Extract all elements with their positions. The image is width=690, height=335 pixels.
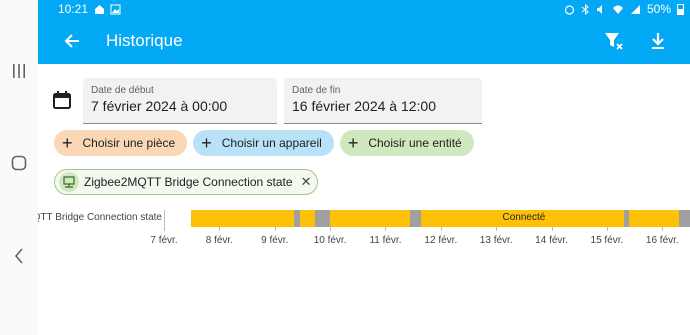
timeline-segment-on[interactable] xyxy=(330,210,411,227)
choose-area-label: Choisir une pièce xyxy=(82,136,176,150)
back-button[interactable] xyxy=(58,27,86,55)
selected-entity-label: Zigbee2MQTT Bridge Connection state xyxy=(84,175,293,189)
timeline-segment-off[interactable] xyxy=(678,210,690,227)
home-icon[interactable] xyxy=(0,155,38,171)
timeline-segment-on[interactable] xyxy=(629,210,679,227)
end-date-label: Date de fin xyxy=(292,85,341,96)
download-icon xyxy=(652,33,664,49)
timeline-bar[interactable] xyxy=(189,210,690,227)
timeline-tick-mark xyxy=(496,227,498,231)
timeline-tick-label: 11 févr. xyxy=(369,235,402,246)
download-button[interactable] xyxy=(646,29,670,53)
wifi-icon xyxy=(612,5,623,14)
battery-level: 50% xyxy=(646,2,671,16)
app-bar: 10:21 50% Historique xyxy=(38,0,690,64)
timeline-tick-mark xyxy=(606,227,608,231)
date-range-picker: Date de début 7 février 2024 à 00:00 Dat… xyxy=(38,78,690,124)
arrow-back-icon xyxy=(64,34,79,48)
timeline-segment-off[interactable] xyxy=(314,210,331,227)
image-icon xyxy=(110,4,121,14)
status-notification-icons xyxy=(94,4,121,15)
timeline-tick-label: 16 févr. xyxy=(645,235,679,246)
end-date-value: 16 février 2024 à 12:00 xyxy=(292,98,436,114)
recent-apps-icon[interactable] xyxy=(0,64,38,78)
back-nav-icon[interactable] xyxy=(0,248,38,264)
timeline-tick-mark xyxy=(164,227,165,231)
calendar-icon[interactable] xyxy=(52,90,72,110)
close-icon[interactable]: ✕ xyxy=(301,174,312,190)
choose-area-chip[interactable]: + Choisir une pièce xyxy=(54,130,188,156)
timeline-tick-label: 12 févr. xyxy=(424,235,458,246)
timeline-tick-label: 14 févr. xyxy=(535,235,568,246)
toolbar-actions xyxy=(602,29,670,53)
target-picker-chips: + Choisir une pièce + Choisir un apparei… xyxy=(54,130,474,156)
timeline-tick-label: 7 févr. xyxy=(150,235,178,246)
plus-icon: + xyxy=(201,133,212,153)
screen: 10:21 50% Historique Date de début 7 fév… xyxy=(0,0,690,335)
timeline-tick-label: 13 févr. xyxy=(479,235,513,246)
timeline-segment-on[interactable] xyxy=(299,210,315,227)
home-assistant-icon xyxy=(95,4,105,14)
alarm-icon xyxy=(564,4,575,15)
timeline-tick-label: 10 févr. xyxy=(313,235,347,246)
timeline-tick-mark xyxy=(274,227,276,231)
history-timeline: Zigbee2MQTT Bridge Connection state Conn… xyxy=(38,204,690,254)
timeline-tick-mark xyxy=(385,227,387,231)
bluetooth-icon xyxy=(581,3,589,15)
clear-filter-button[interactable] xyxy=(602,29,626,53)
choose-entity-label: Choisir une entité xyxy=(368,136,462,150)
timeline-axis-line xyxy=(164,210,165,227)
timeline-tick-mark xyxy=(440,227,442,231)
battery-icon xyxy=(677,4,684,15)
status-system-icons: 50% xyxy=(564,2,684,16)
end-date-field[interactable]: Date de fin 16 février 2024 à 12:00 xyxy=(284,78,482,124)
timeline-state-label: Connecté xyxy=(502,212,546,223)
mute-icon xyxy=(596,4,602,14)
choose-device-chip[interactable]: + Choisir un appareil xyxy=(193,130,334,156)
plus-icon: + xyxy=(62,133,73,153)
filter-remove-icon xyxy=(605,33,623,50)
toolbar: Historique xyxy=(38,18,690,64)
system-navigation-bar xyxy=(0,0,38,335)
page-title: Historique xyxy=(106,31,183,50)
plus-icon: + xyxy=(347,133,359,153)
timeline-segment-off[interactable] xyxy=(410,210,422,227)
signal-icon xyxy=(630,4,640,14)
choose-entity-chip[interactable]: + Choisir une entité xyxy=(339,130,474,156)
timeline-tick-label: 8 févr. xyxy=(205,235,233,246)
history-panel: Date de début 7 février 2024 à 00:00 Dat… xyxy=(38,64,690,335)
timeline-segment-on[interactable] xyxy=(191,210,295,227)
timeline-tick-label: 15 févr. xyxy=(590,235,624,246)
start-date-label: Date de début xyxy=(91,85,154,96)
timeline-tick-label: 9 févr. xyxy=(261,235,289,246)
choose-device-label: Choisir un appareil xyxy=(221,136,322,150)
timeline-tick-mark xyxy=(219,227,221,231)
start-date-value: 7 février 2024 à 00:00 xyxy=(91,98,228,114)
start-date-field[interactable]: Date de début 7 février 2024 à 00:00 xyxy=(83,78,277,124)
status-bar: 10:21 50% xyxy=(38,0,690,18)
selected-entity-chip[interactable]: Zigbee2MQTT Bridge Connection state ✕ xyxy=(54,169,319,195)
timeline-tick-mark xyxy=(551,227,553,231)
timeline-tick-mark xyxy=(330,227,332,231)
timeline-tick-mark xyxy=(662,227,664,231)
network-icon xyxy=(59,172,79,192)
timeline-entity-label: Zigbee2MQTT Bridge Connection state xyxy=(38,212,162,223)
status-time: 10:21 xyxy=(58,2,89,16)
